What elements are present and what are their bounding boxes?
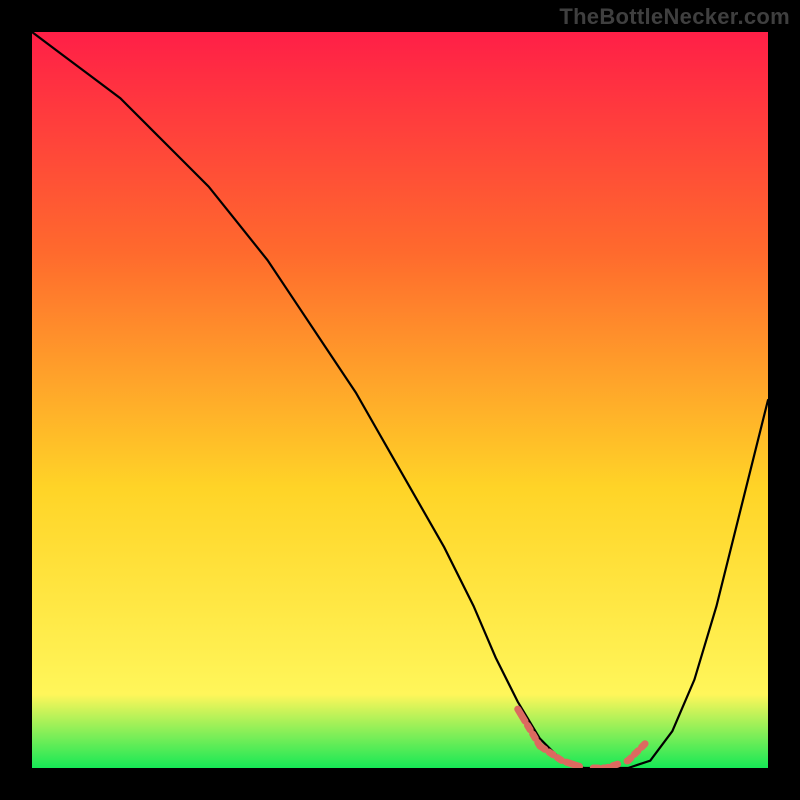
watermark-text: TheBottleNecker.com bbox=[559, 4, 790, 30]
plot-area bbox=[32, 32, 768, 768]
gradient-background bbox=[32, 32, 768, 768]
chart-frame: TheBottleNecker.com bbox=[0, 0, 800, 800]
plot-svg bbox=[32, 32, 768, 768]
